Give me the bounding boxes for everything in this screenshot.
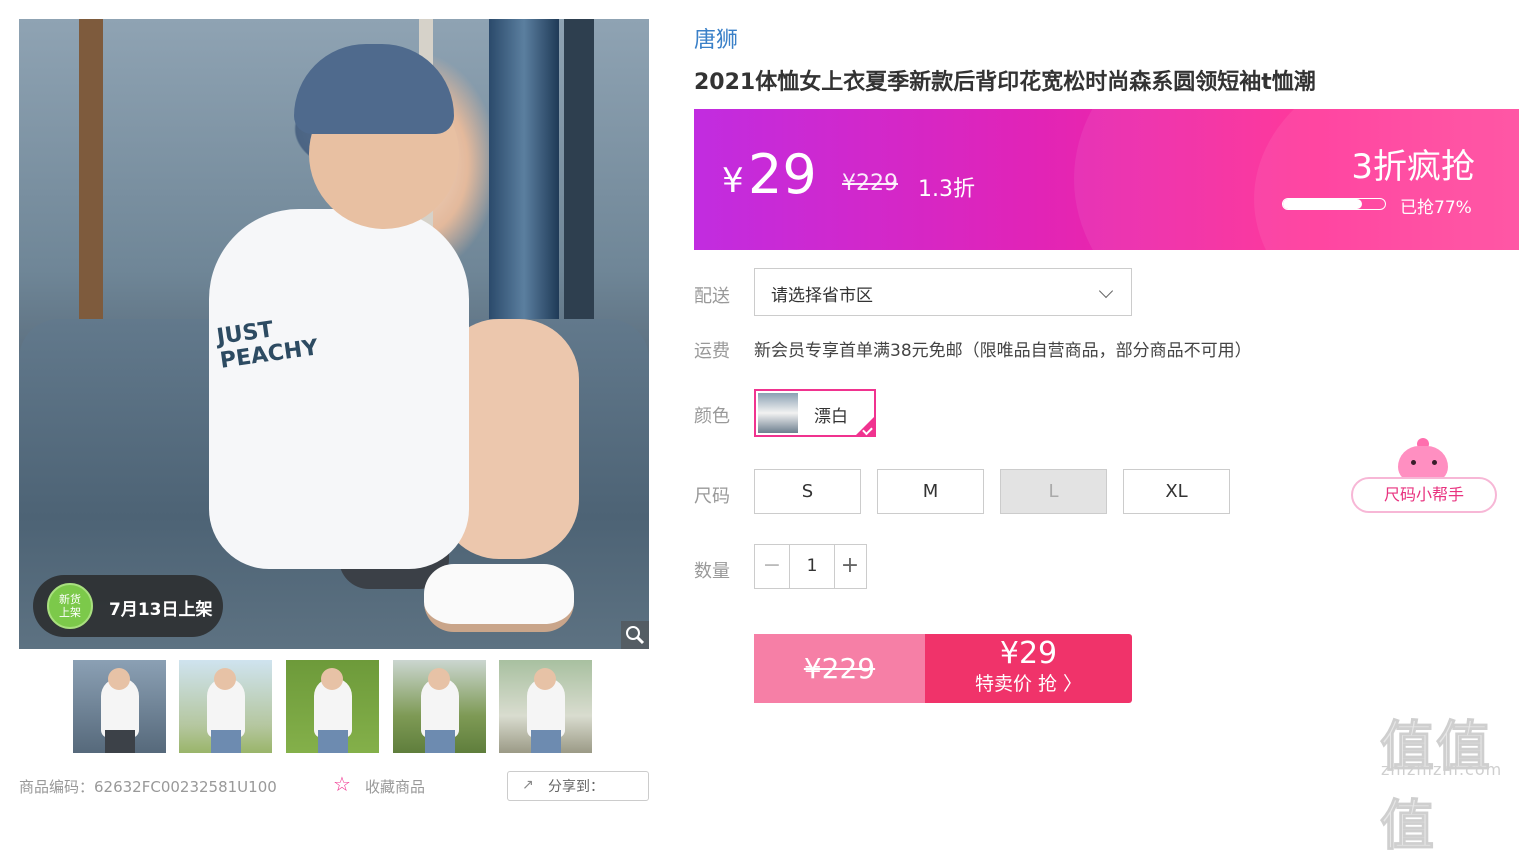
new-arrival-badge: 新货 上架 7月13日上架 [33, 575, 223, 637]
mascot-eye [1411, 460, 1416, 465]
thumbnail-head [428, 668, 450, 690]
buy-now-price: ¥29 [999, 636, 1058, 671]
buy-original-price[interactable]: ¥229 [754, 634, 925, 703]
discount-label: 1.3折 [918, 177, 975, 202]
quantity-input[interactable]: 1 [789, 545, 835, 588]
region-select-value: 请选择省市区 [771, 286, 873, 306]
thumbnail-legs [105, 730, 135, 753]
size-option-l: L [1000, 469, 1107, 514]
thumbnail-4[interactable] [393, 660, 486, 753]
thumbnail-3[interactable] [286, 660, 379, 753]
color-option-selected[interactable]: 漂白 [754, 389, 876, 437]
share-button[interactable]: ↗ 分享到： [507, 771, 649, 801]
thumbnail-legs [318, 730, 348, 753]
buy-now-button[interactable]: ¥29 特卖价 抢 〉 [925, 634, 1132, 703]
color-thumbnail [758, 393, 798, 433]
sold-progress-label: 已抢77% [1400, 198, 1472, 218]
color-label: 颜色 [694, 406, 730, 427]
thumbnail-head [534, 668, 556, 690]
product-title: 2021体恤女上衣夏季新款后背印花宽松时尚森系圆领短袖t恤潮 [694, 70, 1316, 95]
thumbnail-head [321, 668, 343, 690]
chevron-down-icon [1098, 283, 1114, 299]
quantity-label: 数量 [694, 561, 730, 582]
shipping-label: 运费 [694, 341, 730, 362]
current-price: 29 [748, 143, 817, 206]
watermark-logo: 值值值 [1380, 715, 1492, 858]
new-arrival-icon: 新货 上架 [47, 583, 93, 629]
thumbnail-head [214, 668, 236, 690]
quantity-decrease-button[interactable]: − [755, 545, 789, 588]
thumbnail-2[interactable] [179, 660, 272, 753]
shipping-info: 新会员专享首单满38元免邮（限唯品自营商品，部分商品不可用） [754, 341, 1252, 361]
thumbnail-head [108, 668, 130, 690]
quantity-stepper: − 1 + [754, 544, 867, 589]
thumbnail-legs [425, 730, 455, 753]
region-select[interactable]: 请选择省市区 [754, 268, 1132, 316]
main-product-image[interactable]: JUST PEACHY 新货 上架 7月13日上架 [19, 19, 649, 649]
photo-shirt [209, 209, 469, 569]
flash-sale-title: 3折疯抢 [1351, 147, 1475, 187]
brand-link[interactable]: 唐狮 [694, 22, 738, 54]
size-option-s[interactable]: S [754, 469, 861, 514]
original-price: ¥229 [842, 171, 898, 196]
size-label: 尺码 [694, 486, 730, 507]
sold-progress-bar [1282, 198, 1386, 210]
thumbnail-legs [531, 730, 561, 753]
arrival-date-label: 7月13日上架 [109, 600, 213, 620]
watermark-url: zhizhizhi.com [1381, 760, 1503, 779]
color-option-label: 漂白 [814, 407, 848, 427]
share-icon: ↗ [522, 777, 534, 793]
star-icon[interactable]: ☆ [333, 772, 351, 796]
magnifier-icon[interactable] [621, 621, 649, 649]
photo-shoe [424, 564, 574, 632]
size-option-m[interactable]: M [877, 469, 984, 514]
sold-progress-fill [1283, 199, 1362, 209]
new-arrival-icon-text: 新货 上架 [59, 593, 81, 619]
price-banner: ¥ 29 ¥229 1.3折 3折疯抢 已抢77% [694, 109, 1519, 250]
share-label: 分享到： [548, 779, 604, 795]
delivery-label: 配送 [694, 286, 730, 307]
thumbnail-1[interactable] [73, 660, 166, 753]
price-currency: ¥ [722, 161, 744, 201]
size-option-xl[interactable]: XL [1123, 469, 1230, 514]
mascot-eye [1432, 460, 1437, 465]
quantity-increase-button[interactable]: + [833, 545, 867, 588]
size-helper-button[interactable]: 尺码小帮手 [1351, 477, 1497, 513]
buy-now-label: 特卖价 抢 〉 [974, 673, 1083, 695]
thumbnail-legs [211, 730, 241, 753]
thumbnail-5[interactable] [499, 660, 592, 753]
